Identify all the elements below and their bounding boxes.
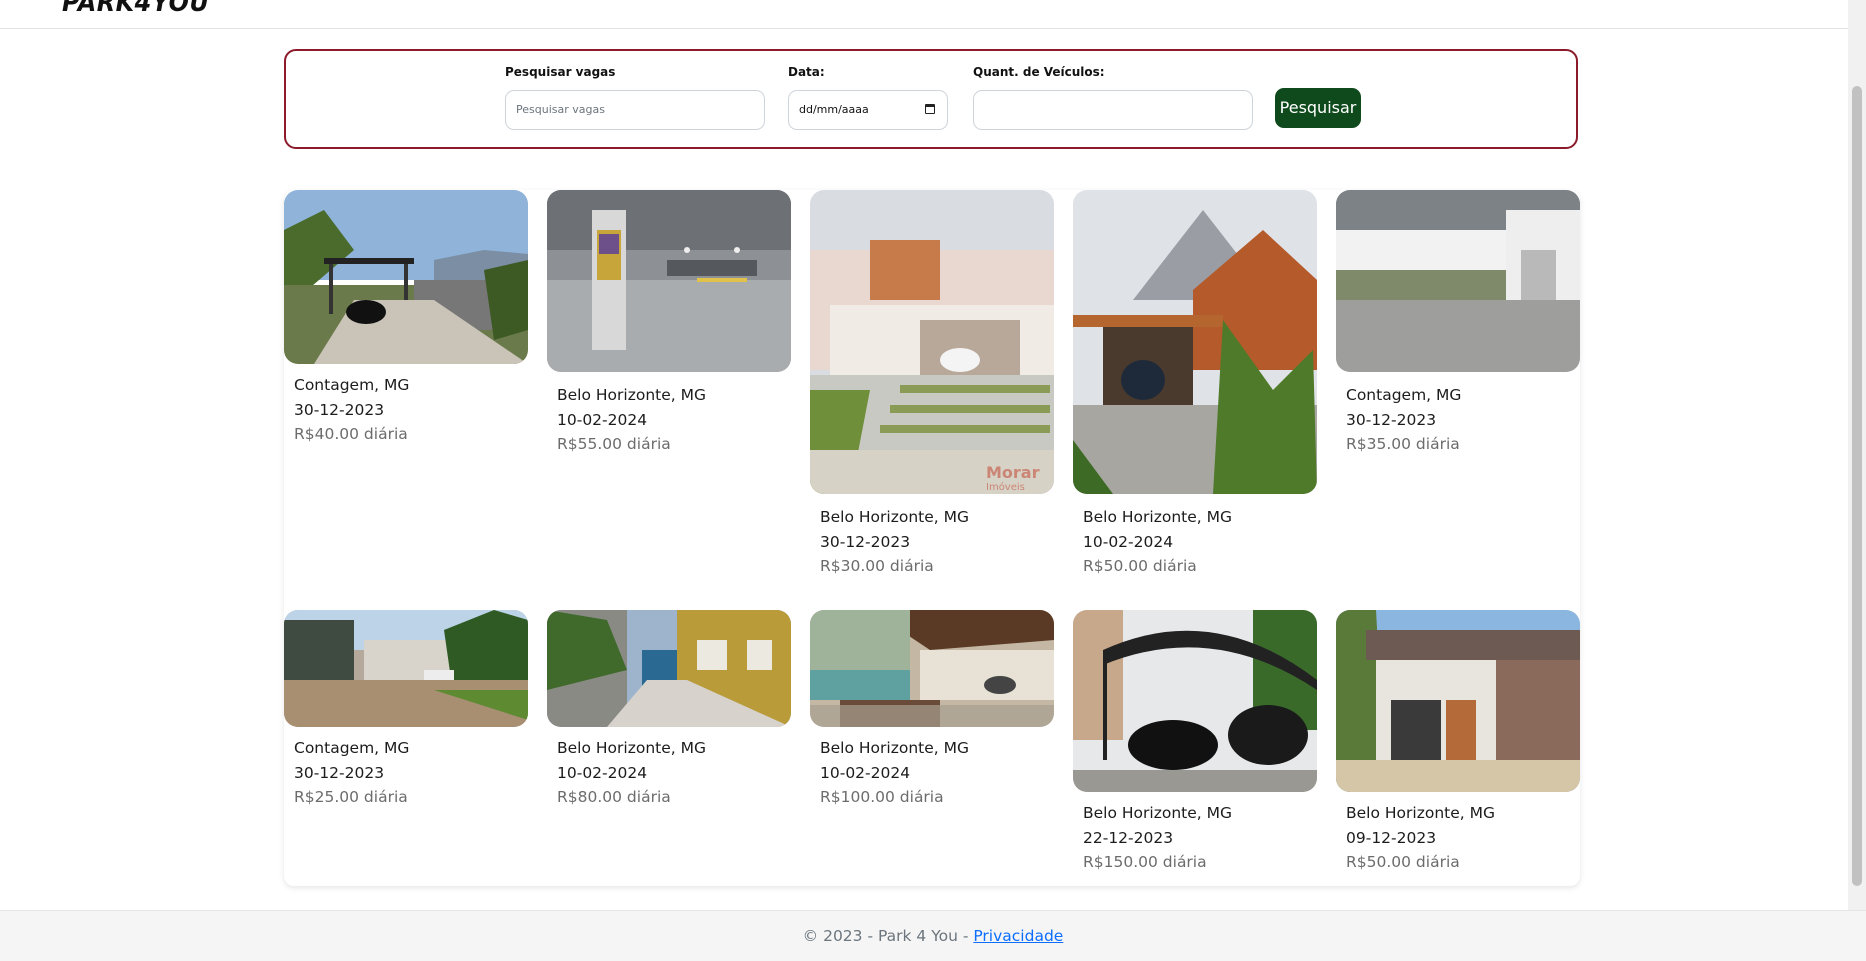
listing-price: R$50.00 diária [1346, 853, 1460, 871]
listing-price: R$100.00 diária [820, 788, 944, 806]
scrollbar-thumb[interactable] [1852, 86, 1862, 886]
listing-city: Belo Horizonte, MG [820, 508, 969, 526]
listing-date: 10-02-2024 [1083, 532, 1174, 551]
listing-date: 10-02-2024 [820, 763, 911, 782]
listing-city: Belo Horizonte, MG [557, 739, 706, 757]
listing-city: Contagem, MG [294, 376, 410, 394]
footer-copyright: © 2023 - Park 4 You - [802, 927, 974, 945]
listing-city: Belo Horizonte, MG [820, 739, 969, 757]
tiled-yard-photo[interactable] [284, 610, 528, 727]
listing-city: Belo Horizonte, MG [557, 386, 706, 404]
listing-date: 10-02-2024 [557, 410, 648, 429]
privacy-link[interactable]: Privacidade [973, 927, 1063, 945]
listing-date: 30-12-2023 [1346, 410, 1437, 429]
listings-grid: Contagem, MG 30-12-2023 R$40.00 diária B… [284, 190, 1580, 886]
listing-date: 30-12-2023 [294, 400, 385, 419]
date-input-value: dd/mm/aaaa [799, 103, 869, 116]
listing-price: R$50.00 diária [1083, 557, 1197, 575]
brick-house-garage-photo[interactable] [1336, 610, 1580, 792]
underground-garage-photo[interactable] [547, 190, 791, 372]
listing-city: Belo Horizonte, MG [1083, 804, 1232, 822]
listing-date: 10-02-2024 [557, 763, 648, 782]
curved-carport-photo[interactable] [1073, 610, 1317, 792]
patio-garage-photo[interactable] [810, 610, 1054, 727]
navbar: PARK4YOU [0, 0, 1848, 29]
listing-city: Belo Horizonte, MG [1346, 804, 1495, 822]
vehicles-label: Quant. de Veículos: [973, 65, 1105, 79]
covered-shed-photo[interactable] [1336, 190, 1580, 372]
side-corridor-photo[interactable] [547, 610, 791, 727]
listing-date: 30-12-2023 [820, 532, 911, 551]
date-label: Data: [788, 65, 825, 79]
listing-price: R$30.00 diária [820, 557, 934, 575]
search-button[interactable]: Pesquisar [1275, 88, 1361, 128]
listing-price: R$150.00 diária [1083, 853, 1207, 871]
search-vagas-input[interactable]: Pesquisar vagas [505, 90, 765, 130]
listing-city: Belo Horizonte, MG [1083, 508, 1232, 526]
listing-price: R$25.00 diária [294, 788, 408, 806]
calendar-icon[interactable] [925, 104, 935, 114]
listing-date: 09-12-2023 [1346, 828, 1437, 847]
page-scrollbar[interactable] [1848, 0, 1866, 910]
listing-price: R$55.00 diária [557, 435, 671, 453]
vehicles-input[interactable] [973, 90, 1253, 130]
listing-city: Contagem, MG [1346, 386, 1462, 404]
listing-date: 22-12-2023 [1083, 828, 1174, 847]
listing-price: R$40.00 diária [294, 425, 408, 443]
listing-price: R$35.00 diária [1346, 435, 1460, 453]
brand-logo[interactable]: PARK4YOU [62, 0, 209, 18]
search-form: Pesquisar vagas Pesquisar vagas Data: dd… [284, 49, 1578, 149]
modern-house-photo[interactable]: Morar Imóveis [810, 190, 1054, 494]
date-input[interactable]: dd/mm/aaaa [788, 90, 948, 130]
listing-price: R$80.00 diária [557, 788, 671, 806]
hillside-carport-photo[interactable] [284, 190, 528, 364]
svg-text:Morar: Morar [986, 463, 1040, 482]
listing-date: 30-12-2023 [294, 763, 385, 782]
wood-pergola-photo[interactable] [1073, 190, 1317, 494]
svg-text:Imóveis: Imóveis [986, 481, 1025, 493]
listing-city: Contagem, MG [294, 739, 410, 757]
footer: © 2023 - Park 4 You - Privacidade [0, 910, 1866, 961]
search-vagas-label: Pesquisar vagas [505, 65, 616, 79]
